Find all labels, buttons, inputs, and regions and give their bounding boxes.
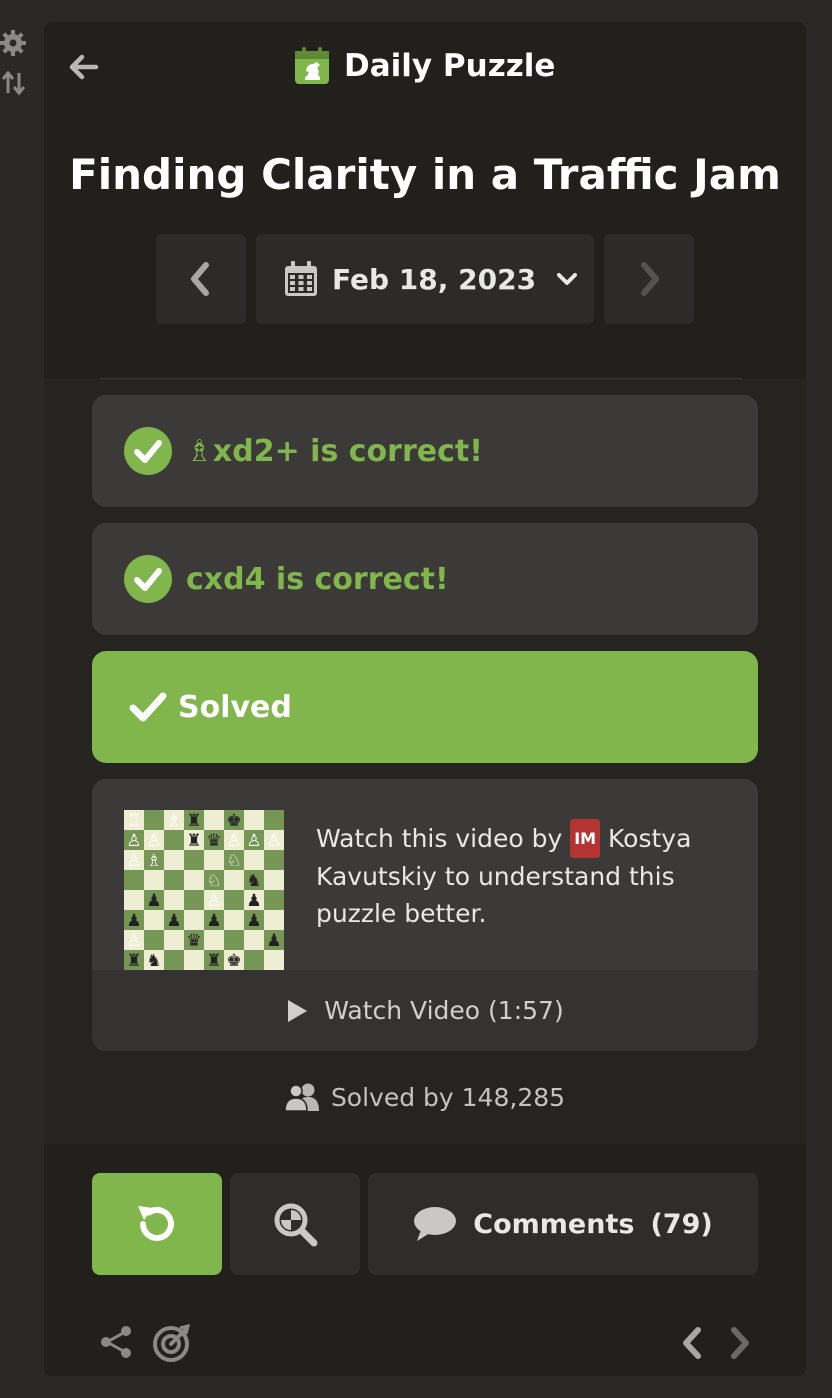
correct-move-card: cxd4 is correct!: [92, 523, 758, 635]
chess-piece: ♟: [246, 891, 261, 911]
header-title: Daily Puzzle: [292, 46, 555, 86]
video-card: ♖ ♗ ♜ ♚ ♙ ♙ ♜ ♛ ♙ ♙ ♙ ♙ ♗ ♘ ♘ ♞ ♟ ♙ ♟ ♟ ♟ ♟ ♟ ♙ ♛ ♟ ♜ ♞ ♜ ♚ Watch thi…: [92, 779, 758, 1051]
bishop-piece-glyph: ♗: [186, 433, 213, 469]
puzzle-date: Feb 18, 2023: [332, 262, 537, 296]
header-title-text: Daily Puzzle: [344, 48, 556, 84]
chess-piece: ♟: [246, 911, 261, 931]
solved-banner[interactable]: Solved: [92, 651, 758, 763]
solved-label: Solved: [178, 689, 292, 725]
check-circle-icon: [124, 427, 172, 475]
chevron-left-icon[interactable]: [678, 1324, 708, 1362]
chevron-right-icon[interactable]: [724, 1324, 754, 1362]
chess-piece: ♖: [126, 811, 141, 831]
chevron-right-icon: [641, 262, 659, 296]
calendar-icon: [285, 261, 317, 296]
play-icon: [288, 999, 308, 1022]
chevron-left-icon: [191, 262, 209, 296]
next-puzzle-button[interactable]: [604, 234, 694, 324]
video-description: Watch this video by IM Kostya Kavutskiy …: [316, 819, 736, 932]
header-divider: [100, 378, 742, 379]
chess-piece: ♙: [246, 831, 261, 851]
chess-piece: ♘: [226, 851, 241, 871]
watch-video-button[interactable]: Watch Video (1:57): [92, 970, 758, 1051]
chevron-down-icon: [557, 273, 578, 285]
daily-puzzle-logo: [295, 47, 329, 84]
gear-icon[interactable]: [0, 28, 30, 58]
daily-puzzle-panel: Daily Puzzle Finding Clarity in a Traffi…: [44, 22, 806, 1376]
chess-piece: ♜: [126, 951, 141, 970]
chess-piece: ♗: [146, 851, 161, 871]
previous-puzzle-button[interactable]: [156, 234, 246, 324]
im-title-badge: IM: [570, 819, 601, 858]
chess-piece: ♗: [166, 811, 181, 831]
chess-piece: ♜: [186, 831, 201, 851]
chess-piece: ♛: [186, 931, 201, 951]
chess-piece: ♜: [186, 811, 201, 831]
chess-piece: ♟: [266, 931, 281, 951]
solved-by-count: Solved by 148,285: [44, 1082, 806, 1112]
chess-piece: ♚: [226, 811, 241, 831]
chess-piece: ♙: [126, 851, 141, 871]
retry-icon: [138, 1206, 174, 1241]
chess-piece: ♘: [206, 871, 221, 891]
flip-icon[interactable]: [0, 68, 30, 98]
chess-piece: ♙: [206, 891, 221, 911]
side-toolbar: [0, 28, 36, 108]
target-icon[interactable]: [152, 1324, 192, 1362]
back-arrow-icon[interactable]: [66, 52, 100, 82]
puzzle-title: Finding Clarity in a Traffic Jam: [69, 150, 781, 199]
chess-piece: ♟: [146, 891, 161, 911]
chess-piece: ♙: [126, 831, 141, 851]
correct-move-card: ♗xd2+ is correct!: [92, 395, 758, 507]
analysis-button[interactable]: [230, 1173, 360, 1275]
video-thumbnail[interactable]: ♖ ♗ ♜ ♚♙ ♙ ♜ ♛ ♙ ♙ ♙♙ ♗ ♘♘ ♞♟ ♙ ♟♟ ♟ ♟ ♟♙ ♛ ♟♜ ♞ ♜ ♚: [124, 810, 284, 970]
chess-piece: ♙: [226, 831, 241, 851]
share-icon[interactable]: [98, 1324, 134, 1360]
chess-piece: ♜: [206, 951, 221, 970]
date-picker-button[interactable]: Feb 18, 2023: [256, 234, 594, 324]
watch-video-label: Watch Video (1:57): [324, 996, 564, 1025]
correct-move-text: ♗xd2+ is correct!: [186, 433, 483, 469]
comment-icon: [414, 1207, 457, 1241]
check-circle-icon: [124, 555, 172, 603]
chess-piece: ♟: [126, 911, 141, 931]
chess-piece: ♞: [246, 871, 261, 891]
chess-piece: ♛: [206, 831, 221, 851]
comments-button[interactable]: Comments (79): [368, 1173, 758, 1275]
comments-label: Comments: [473, 1208, 635, 1240]
analysis-icon: [274, 1203, 318, 1247]
chess-piece: ♙: [146, 831, 161, 851]
puzzle-header: Daily Puzzle Finding Clarity in a Traffi…: [44, 22, 806, 379]
solved-by-text: Solved by 148,285: [330, 1082, 566, 1112]
users-icon: [284, 1083, 319, 1112]
correct-move-text: cxd4 is correct!: [186, 561, 449, 597]
retry-button[interactable]: [92, 1173, 222, 1275]
chess-piece: ♚: [226, 951, 241, 970]
chess-piece: ♟: [206, 911, 221, 931]
checkmark-icon: [129, 692, 167, 722]
comments-count: (79): [650, 1208, 713, 1240]
chess-piece: ♙: [126, 931, 141, 951]
chess-piece: ♟: [166, 911, 181, 931]
chess-piece: ♞: [146, 951, 161, 970]
chess-piece: ♙: [266, 831, 281, 851]
action-footer: Comments (79): [44, 1144, 806, 1376]
